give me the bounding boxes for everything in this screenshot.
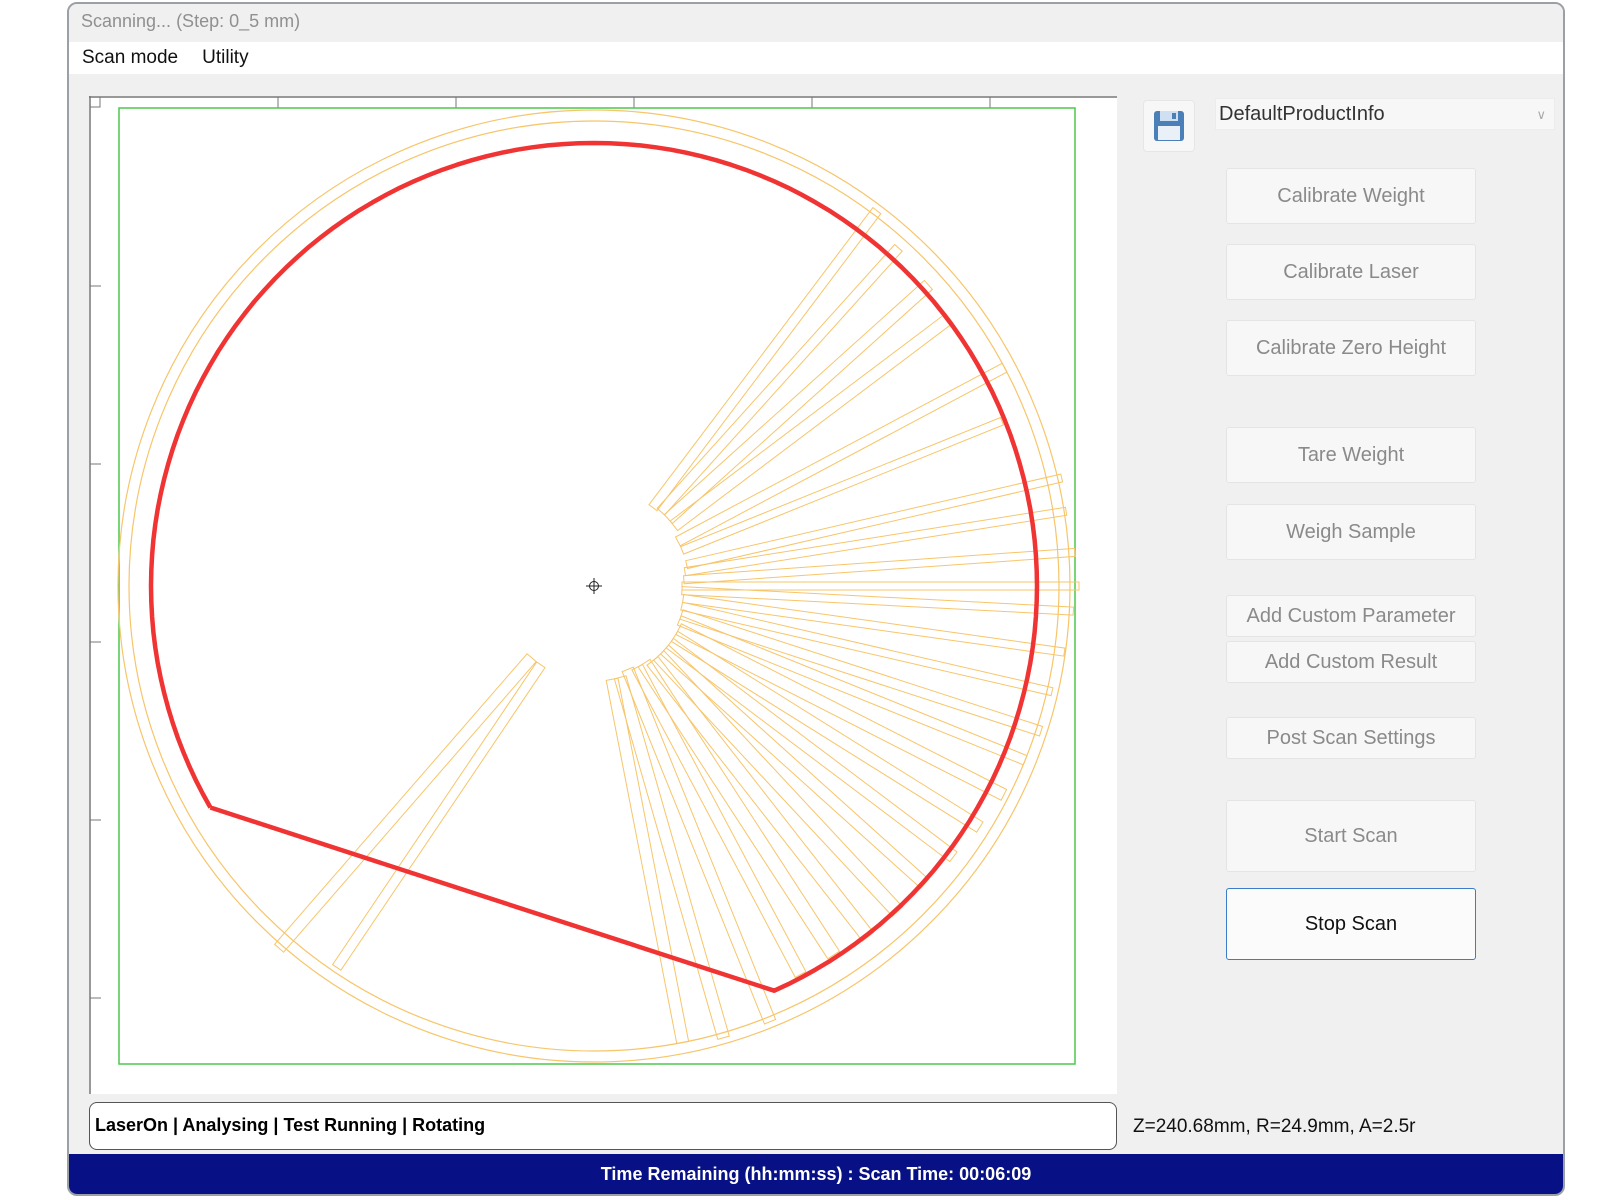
weigh-sample-button[interactable]: Weigh Sample — [1226, 504, 1476, 560]
scan-plot-canvas — [89, 96, 1117, 1094]
calibrate-laser-button[interactable]: Calibrate Laser — [1226, 244, 1476, 300]
scan-time-bar: Time Remaining (hh:mm:ss) : Scan Time: 0… — [69, 1154, 1563, 1194]
menu-utility[interactable]: Utility — [191, 47, 259, 69]
app-window: Scanning... (Step: 0_5 mm) Scan mode Uti… — [67, 2, 1565, 1196]
product-info-select[interactable]: DefaultProductInfo ∨ — [1215, 98, 1555, 130]
status-flags: LaserOn | Analysing | Test Running | Rot… — [89, 1102, 1117, 1150]
scan-plot — [89, 96, 1117, 1094]
product-info-value: DefaultProductInfo — [1219, 103, 1385, 125]
floppy-disk-icon — [1154, 111, 1184, 141]
calibrate-weight-button[interactable]: Calibrate Weight — [1226, 168, 1476, 224]
menu-bar: Scan mode Utility — [69, 42, 1563, 74]
add-custom-parameter-button[interactable]: Add Custom Parameter — [1226, 595, 1476, 637]
main-content: LaserOn | Analysing | Test Running | Rot… — [69, 74, 1563, 1156]
start-scan-button[interactable]: Start Scan — [1226, 800, 1476, 872]
save-button[interactable] — [1143, 100, 1195, 152]
position-readout: Z=240.68mm, R=24.9mm, A=2.5r — [1133, 1116, 1416, 1137]
stop-scan-button[interactable]: Stop Scan — [1226, 888, 1476, 960]
chevron-down-icon: ∨ — [1536, 107, 1546, 122]
menu-scan-mode[interactable]: Scan mode — [71, 47, 189, 69]
plot-background — [89, 96, 1117, 1094]
window-title: Scanning... (Step: 0_5 mm) — [69, 4, 1563, 42]
add-custom-result-button[interactable]: Add Custom Result — [1226, 641, 1476, 683]
tare-weight-button[interactable]: Tare Weight — [1226, 427, 1476, 483]
post-scan-settings-button[interactable]: Post Scan Settings — [1226, 717, 1476, 759]
calibrate-zero-height-button[interactable]: Calibrate Zero Height — [1226, 320, 1476, 376]
